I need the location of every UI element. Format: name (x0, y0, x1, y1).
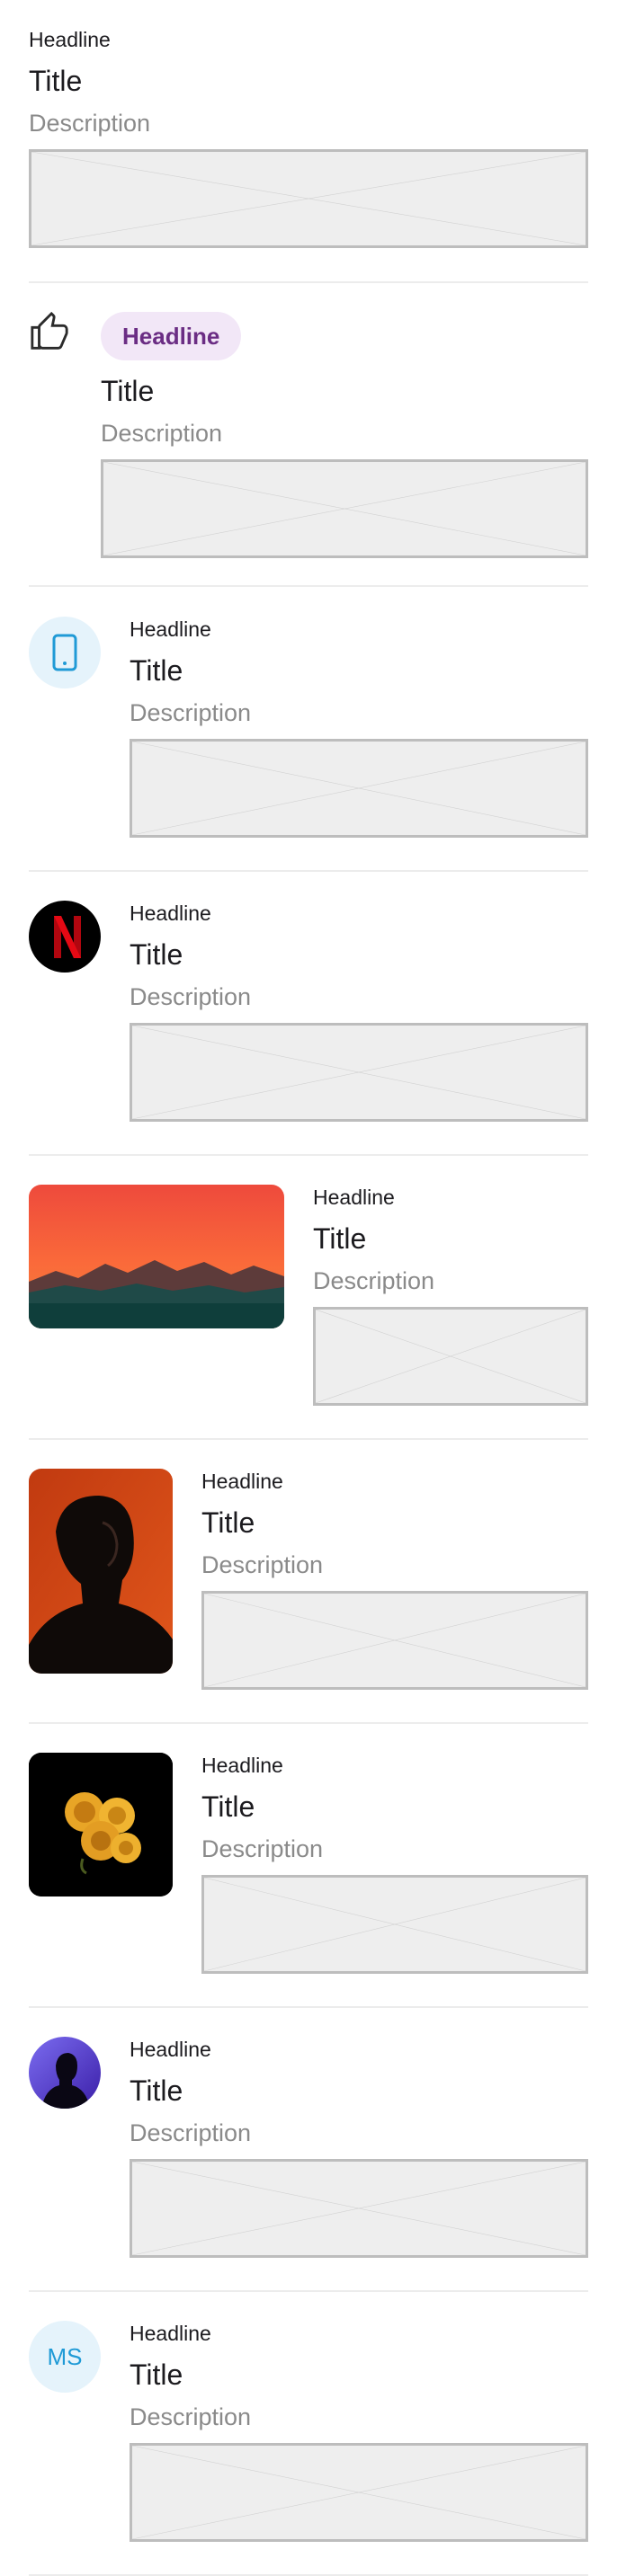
item-headline: Headline (130, 2322, 211, 2345)
item-title: Title (130, 2358, 183, 2391)
list-item[interactable]: Headline Title Description (29, 901, 588, 1134)
item-headline: Headline (130, 617, 211, 641)
avatar-initials: MS (47, 2342, 83, 2370)
item-title: Title (130, 938, 183, 971)
item-description: Description (201, 1551, 324, 1578)
image-placeholder (130, 739, 588, 838)
item-content: Headline Title Description (130, 901, 588, 1122)
item-description: Description (201, 1835, 324, 1862)
divider (29, 870, 588, 872)
item-headline: Headline (201, 1470, 283, 1493)
image-placeholder (313, 1307, 588, 1406)
divider (29, 2006, 588, 2008)
item-content: Headline Title Description (313, 1185, 588, 1406)
divider (29, 1438, 588, 1440)
item-description: Description (313, 1267, 435, 1294)
item-description: Description (130, 699, 252, 726)
initials-avatar: MS (29, 2321, 101, 2393)
item-title: Title (101, 375, 155, 407)
list-item[interactable]: Headline Title Description (29, 617, 588, 850)
item-headline: Headline (29, 28, 111, 51)
item-headline: Headline (313, 1186, 395, 1209)
item-content: Headline Title Description (130, 2321, 588, 2542)
portrait-man-image (29, 1469, 173, 1674)
divider (29, 1722, 588, 1724)
list-item[interactable]: Headline Title Description (29, 311, 588, 564)
item-description: Description (29, 110, 151, 137)
list-item[interactable]: Headline Title Description (29, 27, 588, 261)
headline-chip[interactable]: Headline (101, 312, 242, 360)
divider (29, 281, 588, 283)
item-title: Title (130, 654, 183, 687)
yellow-roses-image (29, 1753, 173, 1896)
item-title: Title (201, 1506, 255, 1539)
list-item[interactable]: MS Headline Title Description (29, 2321, 588, 2554)
item-content: Headline Title Description (29, 27, 588, 248)
item-description: Description (130, 983, 252, 1010)
image-placeholder (201, 1591, 588, 1690)
smartphone-icon (29, 617, 101, 688)
sunset-mountains-image (29, 1185, 284, 1328)
thumb-up-icon (29, 311, 70, 353)
list-item[interactable]: Headline Title Description (29, 1469, 588, 1702)
divider (29, 585, 588, 587)
item-content: Headline Title Description (201, 1753, 588, 1974)
image-placeholder (101, 459, 588, 558)
image-placeholder (29, 149, 588, 248)
divider (29, 1154, 588, 1156)
image-placeholder (201, 1875, 588, 1974)
list-item[interactable]: Headline Title Description (29, 1753, 588, 1986)
item-content: Headline Title Description (101, 312, 588, 558)
item-content: Headline Title Description (201, 1469, 588, 1690)
item-content: Headline Title Description (130, 617, 588, 838)
item-description: Description (130, 2119, 252, 2146)
item-title: Title (313, 1222, 367, 1255)
item-content: Headline Title Description (130, 2037, 588, 2258)
item-headline: Headline (201, 1754, 283, 1777)
item-description: Description (101, 420, 223, 447)
divider (29, 2290, 588, 2292)
netflix-logo (29, 901, 101, 973)
item-title: Title (201, 1790, 255, 1823)
item-headline: Headline (130, 902, 211, 925)
item-title: Title (29, 65, 83, 97)
item-headline: Headline (130, 2038, 211, 2061)
image-placeholder (130, 1023, 588, 1122)
silhouette-avatar (29, 2037, 101, 2109)
list-item[interactable]: Headline Title Description (29, 2037, 588, 2270)
image-placeholder (130, 2159, 588, 2258)
item-title: Title (130, 2074, 183, 2107)
image-placeholder (130, 2443, 588, 2542)
list-item[interactable]: Headline Title Description (29, 1185, 588, 1418)
item-description: Description (130, 2403, 252, 2430)
